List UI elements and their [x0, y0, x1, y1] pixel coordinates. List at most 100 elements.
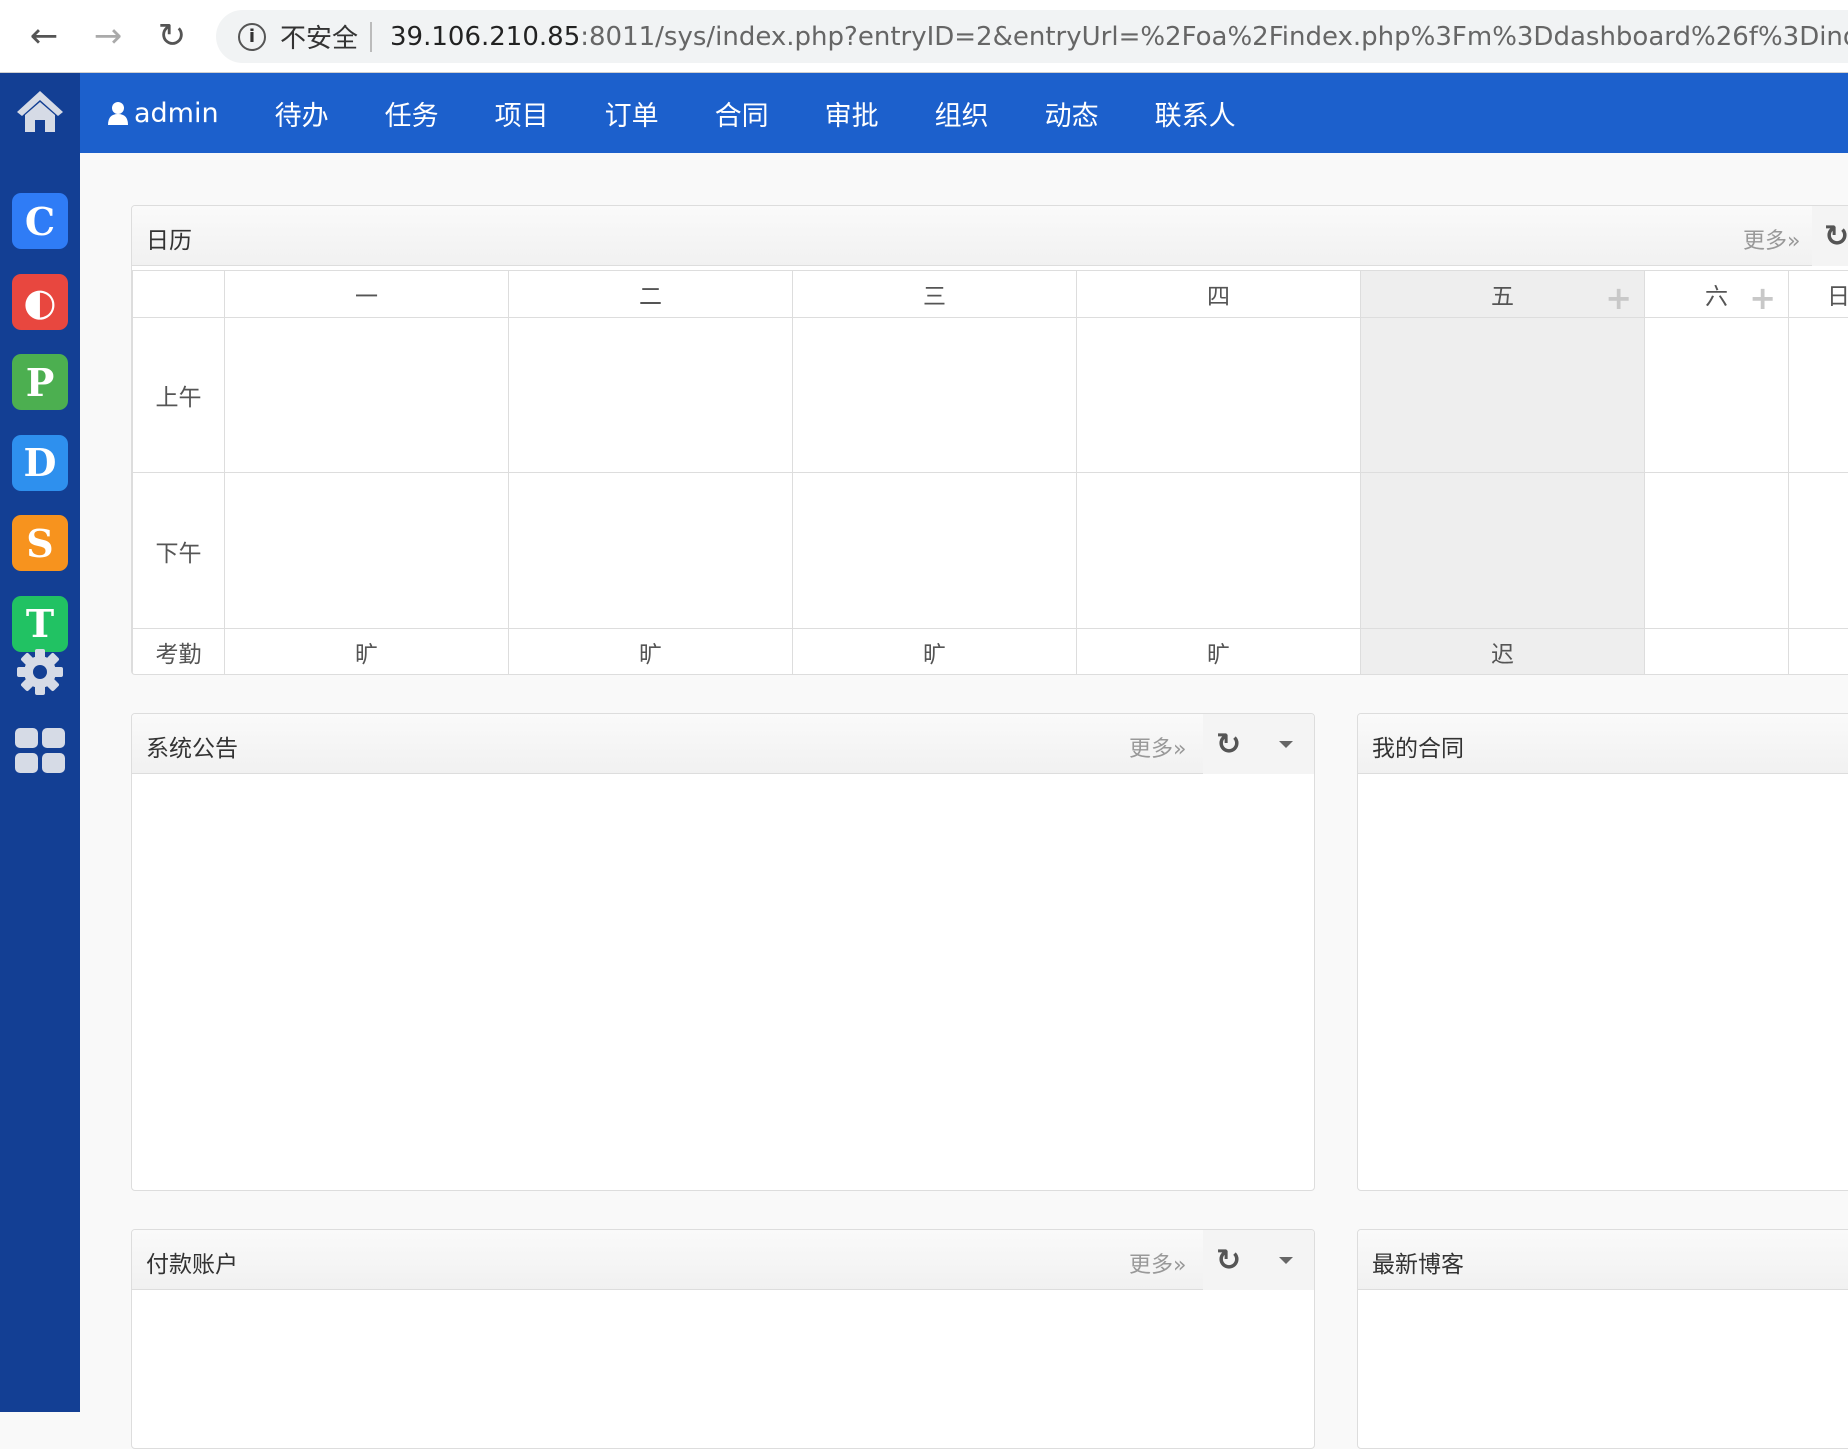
- url-path: :8011/sys/index.php?entryID=2&entryUrl=%…: [580, 22, 1848, 52]
- panel-actions: ↻: [1203, 714, 1315, 774]
- calendar-slot[interactable]: [509, 318, 793, 473]
- calendar-more-link[interactable]: 更多»: [1743, 223, 1800, 255]
- day-header: 日: [1789, 271, 1848, 318]
- attendance-cell[interactable]: 旷: [509, 629, 793, 676]
- attendance-cell[interactable]: 迟: [1361, 629, 1645, 676]
- browser-toolbar: ← → ↻ i 不安全 39.106.210.85:8011/sys/index…: [0, 0, 1848, 73]
- calendar-actions: ↻: [1812, 206, 1848, 266]
- calendar-slot[interactable]: [1789, 473, 1848, 629]
- more-link[interactable]: 更多»: [1129, 1247, 1186, 1279]
- nav-item-3[interactable]: 订单: [605, 94, 659, 133]
- attendance-cell[interactable]: 旷: [1077, 629, 1361, 676]
- calendar-slot[interactable]: [1077, 473, 1361, 629]
- corner-cell: [133, 271, 225, 318]
- panel-header: 系统公告 更多» ↻: [132, 714, 1314, 774]
- calendar-slot[interactable]: [509, 473, 793, 629]
- calendar-slot[interactable]: [225, 318, 509, 473]
- attendance-cell[interactable]: 旷: [793, 629, 1077, 676]
- day-label: 二: [639, 284, 662, 310]
- calendar-grid: 一二三四五+六+日上午下午考勤旷旷旷旷迟: [132, 270, 1848, 675]
- calendar-slot[interactable]: [793, 473, 1077, 629]
- calendar-panel: 日历 更多» ↻ 一二三四五+六+日上午下午考勤旷旷旷旷迟: [131, 205, 1848, 675]
- panel-title: 付款账户: [146, 1245, 238, 1279]
- day-header: 五+: [1361, 271, 1645, 318]
- caret-down-icon[interactable]: [1279, 1257, 1293, 1264]
- gear-icon[interactable]: [12, 644, 68, 700]
- row-label: 上午: [133, 318, 225, 473]
- attendance-cell[interactable]: [1789, 629, 1848, 676]
- blog-panel: 最新博客: [1357, 1229, 1848, 1449]
- app-icon-0[interactable]: C: [12, 193, 68, 249]
- info-icon[interactable]: i: [238, 23, 266, 51]
- address-bar[interactable]: i 不安全 39.106.210.85:8011/sys/index.php?e…: [216, 10, 1848, 63]
- attendance-cell[interactable]: [1645, 629, 1789, 676]
- panel-title: 系统公告: [146, 729, 238, 763]
- app-icon-3[interactable]: D: [12, 435, 68, 491]
- calendar-title: 日历: [146, 221, 192, 255]
- day-label: 日: [1827, 284, 1848, 310]
- nav-item-0[interactable]: 待办: [275, 94, 329, 133]
- app-icon-2[interactable]: P: [12, 354, 68, 410]
- calendar-slot[interactable]: [1645, 318, 1789, 473]
- grid-icon[interactable]: [12, 723, 68, 779]
- payment-accounts-panel: 付款账户 更多» ↻: [131, 1229, 1315, 1449]
- add-event-icon[interactable]: +: [1749, 279, 1776, 317]
- url-host: 39.106.210.85: [390, 22, 580, 52]
- nav-item-7[interactable]: 动态: [1045, 94, 1099, 133]
- nav-item-8[interactable]: 联系人: [1155, 94, 1236, 133]
- panel-title: 我的合同: [1372, 729, 1464, 763]
- day-label: 三: [923, 284, 946, 310]
- day-label: 四: [1207, 284, 1230, 310]
- divider: [370, 22, 372, 52]
- day-label: 六: [1705, 284, 1728, 310]
- row-label: 考勤: [133, 629, 225, 676]
- day-header: 四: [1077, 271, 1361, 318]
- back-icon[interactable]: ←: [22, 14, 66, 58]
- calendar-slot[interactable]: [1077, 318, 1361, 473]
- caret-down-icon[interactable]: [1279, 741, 1293, 748]
- nav-item-4[interactable]: 合同: [715, 94, 769, 133]
- nav-item-6[interactable]: 组织: [935, 94, 989, 133]
- add-event-icon[interactable]: +: [1605, 279, 1632, 317]
- security-label: 不安全: [280, 18, 358, 55]
- panel-header: 付款账户 更多» ↻: [132, 1230, 1314, 1290]
- day-label: 五: [1491, 284, 1514, 310]
- calendar-header: 日历 更多» ↻: [132, 206, 1848, 266]
- user-icon: [108, 101, 128, 125]
- app-icon-4[interactable]: S: [12, 515, 68, 571]
- day-label: 一: [355, 284, 378, 310]
- calendar-slot[interactable]: [1361, 318, 1645, 473]
- refresh-icon[interactable]: ↻: [1216, 727, 1241, 762]
- app-icon-1[interactable]: ◐: [12, 274, 68, 330]
- forward-icon[interactable]: →: [86, 14, 130, 58]
- refresh-icon[interactable]: ↻: [1216, 1243, 1241, 1278]
- nav-item-5[interactable]: 审批: [825, 94, 879, 133]
- sidebar: C◐PDST: [0, 73, 80, 1412]
- calendar-slot[interactable]: [1789, 318, 1848, 473]
- home-icon[interactable]: [12, 83, 68, 139]
- nav-item-1[interactable]: 任务: [385, 94, 439, 133]
- calendar-slot[interactable]: [225, 473, 509, 629]
- user-menu[interactable]: admin: [108, 98, 219, 129]
- contracts-panel: 我的合同: [1357, 713, 1848, 1191]
- user-name: admin: [134, 98, 219, 129]
- announcements-panel: 系统公告 更多» ↻: [131, 713, 1315, 1191]
- calendar-slot[interactable]: [793, 318, 1077, 473]
- day-header: 六+: [1645, 271, 1789, 318]
- day-header: 二: [509, 271, 793, 318]
- top-nav: admin 待办 任务 项目 订单 合同 审批 组织 动态 联系人: [80, 73, 1848, 153]
- more-link[interactable]: 更多»: [1129, 731, 1186, 763]
- day-header: 一: [225, 271, 509, 318]
- day-header: 三: [793, 271, 1077, 318]
- panel-title: 最新博客: [1372, 1245, 1464, 1279]
- attendance-cell[interactable]: 旷: [225, 629, 509, 676]
- row-label: 下午: [133, 473, 225, 629]
- refresh-icon[interactable]: ↻: [1824, 219, 1848, 254]
- panel-header: 最新博客: [1358, 1230, 1848, 1290]
- panel-header: 我的合同: [1358, 714, 1848, 774]
- reload-icon[interactable]: ↻: [150, 14, 194, 58]
- nav-item-2[interactable]: 项目: [495, 94, 549, 133]
- calendar-slot[interactable]: [1645, 473, 1789, 629]
- calendar-slot[interactable]: [1361, 473, 1645, 629]
- panel-actions: ↻: [1203, 1230, 1315, 1290]
